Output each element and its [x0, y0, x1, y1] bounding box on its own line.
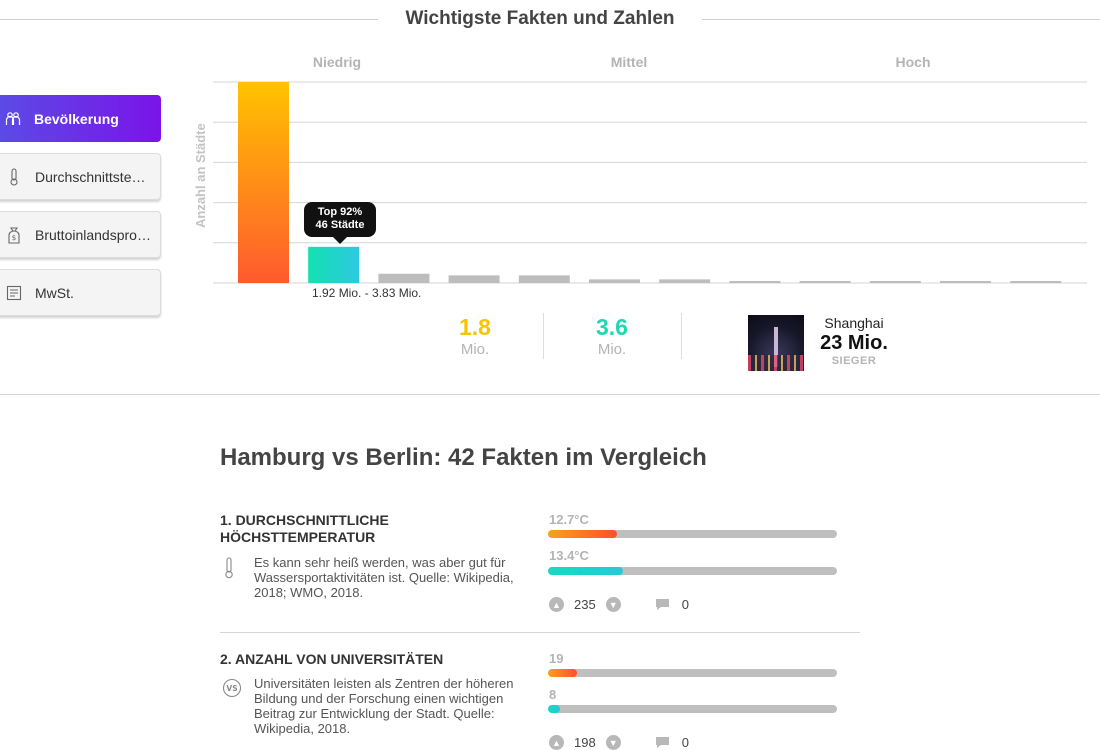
chart-bar[interactable]	[940, 280, 991, 283]
winner-city-image	[748, 315, 804, 371]
chart-bar[interactable]	[659, 279, 711, 283]
tooltip-line-1: Top 92%	[317, 206, 363, 218]
fact-bar-hamburg	[548, 669, 837, 677]
chart-bar[interactable]	[1010, 280, 1062, 283]
stat-berlin-value: 3.6	[596, 314, 628, 340]
stat-berlin-unit: Mio.	[597, 341, 627, 358]
fact-bar-hamburg	[548, 530, 837, 538]
fact-title: 1. Durchschnittliche Höchsttemperatur	[220, 512, 389, 545]
vs-icon: VS	[222, 678, 242, 700]
tooltip-line-2: 46 Städte	[315, 219, 365, 231]
stat-hamburg: 1.8 Mio.	[415, 313, 535, 358]
downvote-button[interactable]: ▼	[605, 597, 621, 612]
winner-tag: SIEGER	[831, 355, 877, 367]
winner-value: 23 Mio.	[820, 332, 888, 354]
comment-count: 0	[681, 735, 689, 750]
chart-bar[interactable]	[729, 280, 781, 283]
bar-tooltip: Top 92% 46 Städte	[304, 202, 376, 244]
skyline-lights	[748, 355, 804, 371]
fact-bar-fill	[548, 567, 624, 575]
stat-berlin: 3.6 Mio.	[552, 313, 672, 358]
chart-bar[interactable]	[518, 275, 570, 283]
fact-bar-berlin	[548, 567, 837, 575]
comment-count: 0	[681, 597, 689, 612]
fact-bar-berlin	[548, 705, 837, 713]
chart-bar[interactable]	[799, 280, 851, 283]
stat-hamburg-value: 1.8	[459, 314, 491, 340]
stat-separator	[681, 313, 682, 359]
chart-svg	[213, 81, 1087, 284]
fact-title: 2. Anzahl von Universitäten	[220, 651, 444, 667]
fact-value-hamburg: 12.7°C	[549, 512, 589, 527]
fact-bar-fill	[548, 669, 577, 677]
fact-bar-fill	[548, 705, 560, 713]
svg-text:VS: VS	[226, 684, 237, 693]
fact-description: Universitäten leisten als Zentren der hö…	[254, 676, 514, 736]
fact-divider	[220, 632, 860, 633]
fact-bar-fill	[548, 530, 618, 538]
upvote-button[interactable]: ▲	[549, 735, 564, 750]
winner-block: Shanghai 23 Mio. SIEGER	[812, 315, 896, 367]
highlighted-bar[interactable]	[308, 246, 360, 283]
downvote-button[interactable]: ▼	[605, 735, 621, 750]
stat-separator	[543, 313, 544, 359]
section-divider	[0, 394, 1100, 395]
chart-bar[interactable]	[238, 82, 289, 283]
fact-value-hamburg: 19	[549, 651, 564, 666]
stat-hamburg-unit: Mio.	[460, 341, 490, 358]
comment-icon[interactable]	[655, 598, 670, 611]
upvote-button[interactable]: ▲	[549, 597, 564, 612]
chart-bar[interactable]	[378, 273, 430, 283]
fact-value-berlin: 13.4°C	[549, 548, 589, 563]
bar-range-label: 1.92 Mio. - 3.83 Mio.	[312, 286, 422, 300]
vote-count: 198	[574, 735, 596, 750]
fact-meta: ▲ 198 ▼ 0	[549, 735, 689, 750]
winner-city: Shanghai	[824, 315, 884, 331]
fact-meta: ▲ 235 ▼ 0	[549, 597, 689, 612]
vote-count: 235	[574, 597, 596, 612]
thermometer-icon	[222, 557, 242, 579]
fact-description: Es kann sehr heiß werden, was aber gut f…	[254, 555, 514, 600]
comment-icon[interactable]	[655, 736, 670, 749]
chart-bar[interactable]	[589, 279, 640, 283]
facts-heading: Hamburg vs Berlin: 42 Fakten im Vergleic…	[220, 444, 707, 471]
chart-bar[interactable]	[448, 275, 500, 283]
chart-bar[interactable]	[869, 281, 921, 283]
fact-value-berlin: 8	[549, 687, 557, 702]
